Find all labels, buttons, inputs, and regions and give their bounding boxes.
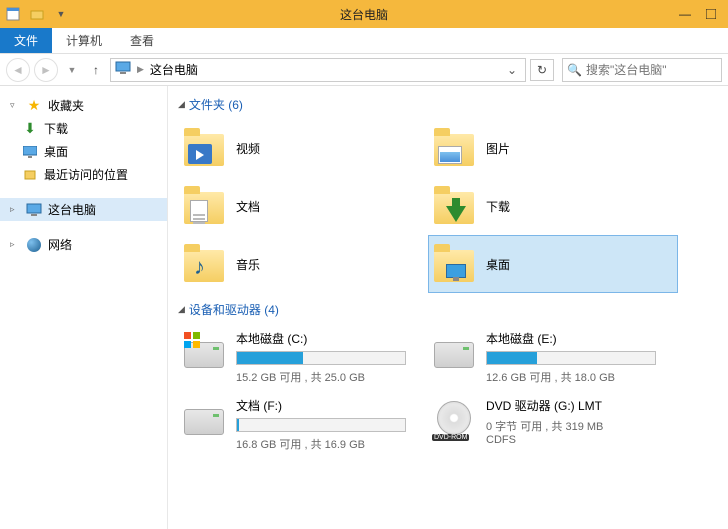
section-folders-header[interactable]: ◢ 文件夹 (6) xyxy=(178,96,718,113)
drive-item[interactable]: 本地磁盘 (E:) 12.6 GB 可用 , 共 18.0 GB xyxy=(428,324,678,391)
sidebar-item-label: 下载 xyxy=(44,120,68,137)
folder-icon xyxy=(432,242,476,286)
back-button[interactable]: ◄ xyxy=(6,58,30,82)
expand-icon: ▹ xyxy=(10,204,20,215)
refresh-button[interactable]: ↻ xyxy=(530,59,554,81)
drive-name: 文档 (F:) xyxy=(236,397,424,414)
recent-icon xyxy=(22,167,38,183)
nav-bar: ◄ ► ▼ ↑ ▶ 这台电脑 ⌄ ↻ 🔍 xyxy=(0,54,728,86)
folder-item-pictures[interactable]: 图片 xyxy=(428,119,678,177)
expand-icon: ▿ xyxy=(10,100,20,111)
tab-view[interactable]: 查看 xyxy=(116,28,168,53)
folder-icon xyxy=(182,126,226,170)
star-icon: ★ xyxy=(26,98,42,114)
sidebar-network[interactable]: ▹ 网络 xyxy=(0,233,167,256)
sidebar-favorites[interactable]: ▿ ★ 收藏夹 xyxy=(0,94,167,117)
sidebar-item-recent[interactable]: 最近访问的位置 xyxy=(0,163,167,186)
quick-access-toolbar: ▼ xyxy=(4,5,70,23)
drive-icon xyxy=(182,330,226,374)
drive-capacity: 0 字节 可用 , 共 319 MB xyxy=(486,418,674,434)
drive-icon xyxy=(432,330,476,374)
drive-name: 本地磁盘 (C:) xyxy=(236,330,424,347)
recent-dropdown-icon[interactable]: ▼ xyxy=(62,60,82,80)
drive-icon xyxy=(182,397,226,441)
file-tab[interactable]: 文件 xyxy=(0,28,52,53)
folder-label: 下载 xyxy=(486,198,510,215)
window-title: 这台电脑 xyxy=(340,6,388,23)
sidebar: ▿ ★ 收藏夹 ⬇ 下载 桌面 最近访问的位置 ▹ 这台电脑 xyxy=(0,86,168,529)
section-drives-header[interactable]: ◢ 设备和驱动器 (4) xyxy=(178,301,718,318)
folder-icon: ♪ xyxy=(182,242,226,286)
drive-capacity: 16.8 GB 可用 , 共 16.9 GB xyxy=(236,436,424,452)
computer-icon xyxy=(115,61,131,78)
address-bar[interactable]: ▶ 这台电脑 ⌄ xyxy=(110,58,526,82)
folder-icon xyxy=(432,126,476,170)
folder-label: 桌面 xyxy=(486,256,510,273)
sidebar-label: 收藏夹 xyxy=(48,97,84,114)
collapse-icon: ◢ xyxy=(178,304,185,315)
capacity-bar xyxy=(486,351,656,365)
title-bar: ▼ 这台电脑 — xyxy=(0,0,728,28)
tab-computer[interactable]: 计算机 xyxy=(52,28,116,53)
capacity-bar xyxy=(236,351,406,365)
address-path: 这台电脑 xyxy=(150,61,198,78)
new-folder-icon[interactable] xyxy=(28,5,46,23)
drive-fs: CDFS xyxy=(486,434,674,446)
section-title: 文件夹 (6) xyxy=(189,96,243,113)
search-box[interactable]: 🔍 xyxy=(562,58,722,82)
drive-capacity: 15.2 GB 可用 , 共 25.0 GB xyxy=(236,369,424,385)
folder-icon xyxy=(432,184,476,228)
sidebar-item-label: 最近访问的位置 xyxy=(44,166,128,183)
address-dropdown-icon[interactable]: ⌄ xyxy=(503,63,521,77)
chevron-right-icon: ▶ xyxy=(137,64,144,75)
folder-icon xyxy=(182,184,226,228)
drive-item[interactable]: DVD-ROM DVD 驱动器 (G:) LMT 0 字节 可用 , 共 319 M… xyxy=(428,391,678,458)
drive-item[interactable]: 本地磁盘 (C:) 15.2 GB 可用 , 共 25.0 GB xyxy=(178,324,428,391)
minimize-button[interactable]: — xyxy=(672,4,698,24)
folder-item-video[interactable]: 视频 xyxy=(178,119,428,177)
folder-item-desktopf[interactable]: 桌面 xyxy=(428,235,678,293)
expand-icon: ▹ xyxy=(10,239,20,250)
dvd-icon: DVD-ROM xyxy=(432,397,476,441)
computer-icon xyxy=(26,202,42,218)
capacity-bar xyxy=(236,418,406,432)
up-button[interactable]: ↑ xyxy=(86,60,106,80)
sidebar-item-desktop[interactable]: 桌面 xyxy=(0,140,167,163)
forward-button[interactable]: ► xyxy=(34,58,58,82)
drive-item[interactable]: 文档 (F:) 16.8 GB 可用 , 共 16.9 GB xyxy=(178,391,428,458)
collapse-icon: ◢ xyxy=(178,99,185,110)
desktop-icon xyxy=(22,144,38,160)
section-title: 设备和驱动器 (4) xyxy=(189,301,279,318)
folder-item-documents[interactable]: 文档 xyxy=(178,177,428,235)
folder-label: 文档 xyxy=(236,198,260,215)
search-input[interactable] xyxy=(586,63,717,77)
sidebar-thispc[interactable]: ▹ 这台电脑 xyxy=(0,198,167,221)
qat-dropdown-icon[interactable]: ▼ xyxy=(52,5,70,23)
folder-item-music[interactable]: ♪ 音乐 xyxy=(178,235,428,293)
drive-name: 本地磁盘 (E:) xyxy=(486,330,674,347)
drive-capacity: 12.6 GB 可用 , 共 18.0 GB xyxy=(486,369,674,385)
folder-label: 音乐 xyxy=(236,256,260,273)
download-icon: ⬇ xyxy=(22,121,38,137)
network-icon xyxy=(26,237,42,253)
sidebar-item-downloads[interactable]: ⬇ 下载 xyxy=(0,117,167,140)
ribbon: 文件 计算机 查看 xyxy=(0,28,728,54)
sidebar-label: 网络 xyxy=(48,236,72,253)
search-icon: 🔍 xyxy=(567,63,582,77)
sidebar-label: 这台电脑 xyxy=(48,201,96,218)
properties-icon[interactable] xyxy=(4,5,22,23)
sidebar-item-label: 桌面 xyxy=(44,143,68,160)
drive-name: DVD 驱动器 (G:) LMT xyxy=(486,397,674,414)
folder-label: 图片 xyxy=(486,140,510,157)
folder-item-downloads[interactable]: 下载 xyxy=(428,177,678,235)
content-area: ◢ 文件夹 (6) 视频 图片文档 下载 ♪ 音乐 桌面 ◢ 设备和驱动器 (4) 本地磁… xyxy=(168,86,728,529)
maximize-button[interactable] xyxy=(698,4,724,24)
folder-label: 视频 xyxy=(236,140,260,157)
